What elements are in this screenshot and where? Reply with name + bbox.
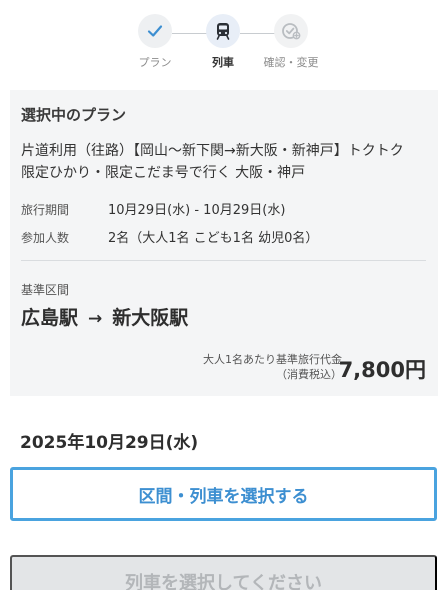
participants-row: 参加人数 2名（大人1名 こども1名 幼児0名） <box>21 227 318 246</box>
step-label: プラン <box>138 56 172 69</box>
plan-section-title: 選択中のプラン <box>21 106 127 124</box>
train-icon <box>206 14 240 48</box>
price-note: 大人1名あたり基準旅行代金 （消費税込） <box>160 352 342 382</box>
price-note-line1: 大人1名あたり基準旅行代金 <box>203 353 342 366</box>
step-label: 確認・変更 <box>263 56 319 69</box>
step-label: 列車 <box>212 56 234 69</box>
base-price: 7,800円 <box>338 358 426 382</box>
base-route: 広島駅 → 新大阪駅 <box>21 303 188 330</box>
travel-date-heading: 2025年10月29日(水) <box>20 433 199 453</box>
route-from: 広島駅 <box>21 307 79 329</box>
divider <box>21 260 426 261</box>
participants-label: 参加人数 <box>21 231 70 245</box>
travel-period-value: 10月29日(水) - 10月29日(水) <box>108 203 286 218</box>
route-arrow: → <box>88 309 103 329</box>
select-section-train-button[interactable]: 区間・列車を選択する <box>10 467 437 521</box>
select-train-disabled-button[interactable]: 列車を選択してください <box>10 555 437 590</box>
travel-period-row: 旅行期間 10月29日(水) - 10月29日(水) <box>21 199 285 218</box>
plan-name: 片道利用（往路）【岡山〜新下関→新大阪・新神戸】トクトク 限定ひかり・限定こだま… <box>21 143 418 181</box>
price-note-line2: （消費税込） <box>276 368 342 381</box>
route-to: 新大阪駅 <box>112 307 189 329</box>
participants-value: 2名（大人1名 こども1名 幼児0名） <box>108 231 319 246</box>
base-section-label: 基準区間 <box>21 283 70 297</box>
step-confirm: 確認・変更 <box>246 14 336 70</box>
selected-plan-card: 選択中のプラン 片道利用（往路）【岡山〜新下関→新大阪・新神戸】トクトク 限定ひ… <box>10 90 438 396</box>
check-circle-icon <box>274 14 308 48</box>
progress-stepper: プラン 列車 確認・変更 <box>0 14 440 74</box>
check-icon <box>138 14 172 48</box>
travel-period-label: 旅行期間 <box>21 203 70 217</box>
